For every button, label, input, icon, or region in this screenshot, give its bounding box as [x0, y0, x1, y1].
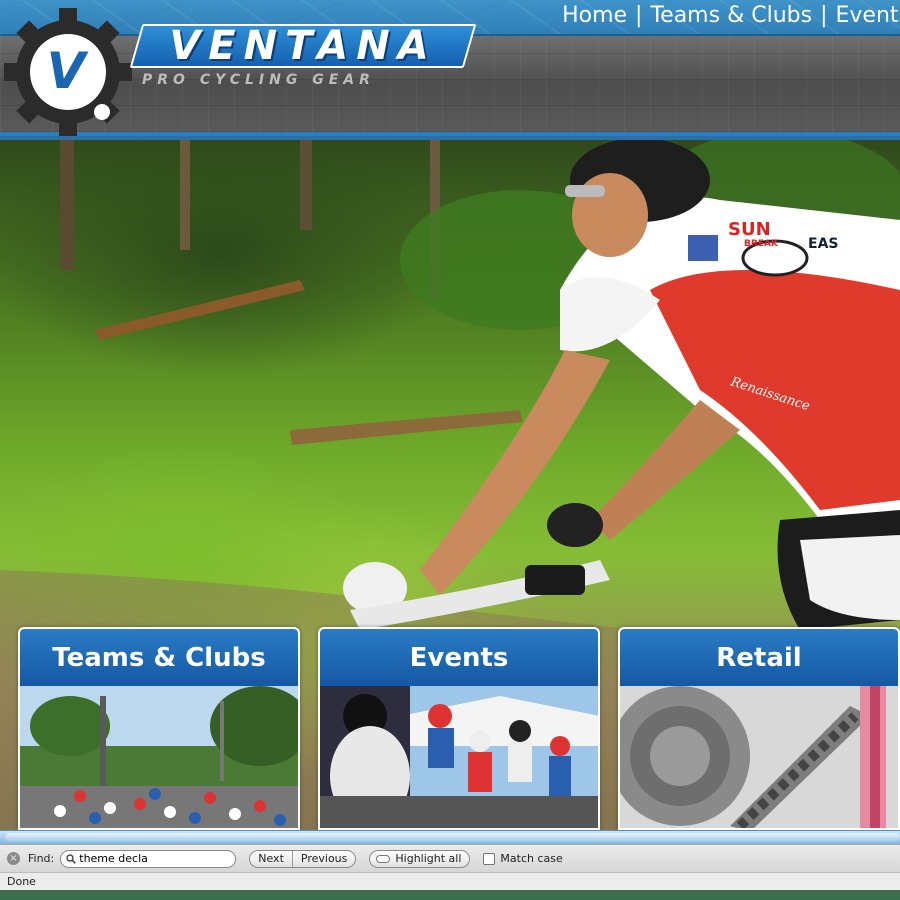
card-teams-clubs[interactable]: Teams & Clubs	[18, 627, 300, 830]
tree-trunk	[60, 140, 74, 270]
card-image-race-start	[320, 686, 598, 828]
brand-tagline: PRO CYCLING GEAR	[142, 72, 375, 88]
sunglasses	[565, 185, 605, 197]
brand-name-box: VENTANA	[129, 23, 477, 69]
nav-links: Home | Teams & Clubs | Events	[562, 3, 900, 28]
find-search-box[interactable]	[60, 849, 237, 868]
card-title: Retail	[620, 629, 898, 686]
match-case-label: Match case	[500, 852, 563, 865]
highlight-all-label: Highlight all	[395, 852, 462, 865]
find-next-button[interactable]: Next	[250, 851, 292, 867]
find-label: Find:	[28, 852, 55, 865]
match-case-checkbox[interactable]: Match case	[483, 852, 563, 865]
find-input[interactable]	[79, 852, 230, 865]
page-bottom-strip	[0, 830, 900, 844]
window-bottom-edge	[0, 890, 900, 900]
status-bar: Done	[0, 872, 900, 890]
horizontal-scrollbar[interactable]	[5, 833, 900, 842]
ventana-gear-logo[interactable]: V	[4, 8, 132, 152]
tree-trunk	[180, 140, 190, 250]
card-title: Teams & Clubs	[20, 629, 298, 686]
card-events[interactable]: Events	[318, 627, 600, 830]
nav-separator: |	[820, 3, 828, 28]
card-image-cassette	[620, 686, 898, 828]
jersey-text-break: BREAK	[744, 239, 779, 249]
checkbox-icon	[483, 852, 496, 865]
fallen-log	[290, 410, 522, 445]
find-nav-buttons: Next Previous	[249, 849, 357, 868]
arm	[590, 400, 740, 540]
find-previous-button[interactable]: Previous	[291, 850, 355, 867]
brand-name: VENTANA	[169, 23, 437, 69]
brand-wordmark[interactable]: VENTANA PRO CYCLING GEAR	[129, 23, 477, 88]
logo-dot	[94, 104, 110, 120]
nav-link-events[interactable]: Events	[836, 3, 900, 28]
find-bar: × Find: Next Previous Highlight all Matc…	[0, 844, 900, 872]
highlight-all-button[interactable]: Highlight all	[369, 849, 471, 868]
arm	[420, 350, 610, 595]
jersey-text-eas: EAS	[808, 236, 838, 252]
highlight-icon	[376, 854, 391, 863]
nav-separator: |	[635, 3, 643, 28]
card-title: Events	[320, 629, 598, 686]
card-image-peloton	[20, 686, 298, 828]
card-retail[interactable]: Retail	[618, 627, 900, 830]
nav-link-home[interactable]: Home	[562, 3, 627, 28]
close-icon[interactable]: ×	[7, 852, 20, 865]
jersey-logo-block	[688, 235, 718, 261]
jersey-text-sun: SUN	[728, 219, 771, 240]
tree-trunk	[300, 140, 312, 230]
fallen-log	[95, 280, 305, 340]
search-icon	[66, 853, 77, 864]
bike-computer	[525, 565, 585, 595]
gear-letter: V	[47, 42, 89, 100]
glove	[547, 503, 603, 547]
nav-link-teams-clubs[interactable]: Teams & Clubs	[650, 3, 812, 28]
